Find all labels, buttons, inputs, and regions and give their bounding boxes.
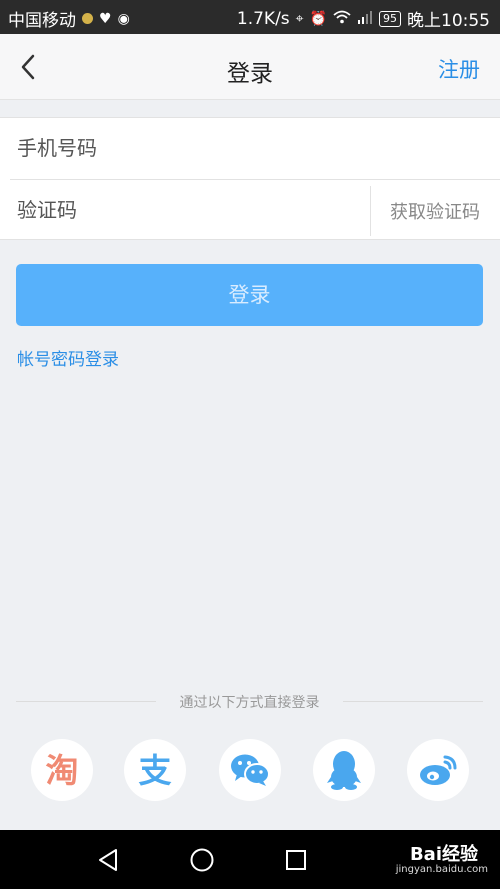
verification-code-input[interactable] [17, 194, 357, 226]
alipay-icon: 支 [138, 750, 172, 790]
baidu-jingyan-url: jingyan.baidu.com [395, 864, 488, 875]
alipay-login-button[interactable]: 支 [124, 739, 186, 801]
wechat-icon [231, 754, 270, 786]
system-back-button[interactable] [90, 842, 126, 878]
weibo-login-button[interactable] [407, 739, 469, 801]
system-navigation-bar: Bai经验 jingyan.baidu.com [0, 830, 500, 889]
register-link[interactable]: 注册 [438, 54, 480, 84]
status-bar: 中国移动 ♥ ◉ 1.7K/s ⌖ ⏰ 95 晚上10:55 [0, 0, 500, 34]
location-icon: ⌖ [295, 10, 304, 27]
alarm-icon: ⏰ [309, 10, 327, 27]
divider-line-right [343, 701, 483, 702]
weibo-icon [420, 755, 457, 785]
page-title: 登录 [227, 61, 273, 87]
heart-rate-icon: ♥ [99, 10, 112, 27]
square-recents-icon [286, 850, 306, 870]
wifi-icon [333, 10, 351, 27]
clock: 晚上10:55 [407, 11, 490, 31]
get-code-button[interactable]: 获取验证码 [370, 198, 500, 224]
system-recent-apps-button[interactable] [278, 842, 314, 878]
circle-home-icon [190, 848, 214, 872]
status-bar-left: 中国移动 ♥ ◉ [8, 6, 130, 31]
carrier-name: 中国移动 [8, 11, 76, 31]
phone-input[interactable] [17, 132, 487, 164]
battery-level: 95 [379, 10, 401, 27]
qq-login-button[interactable] [313, 739, 375, 801]
code-row: 获取验证码 [10, 179, 500, 240]
third-party-label: 通过以下方式直接登录 [179, 695, 320, 711]
login-form: 获取验证码 [0, 117, 500, 240]
third-party-divider: 通过以下方式直接登录 [16, 690, 483, 712]
qq-penguin-icon [327, 751, 361, 790]
login-button[interactable]: 登录 [16, 264, 483, 326]
app-notification-icon: ◉ [117, 10, 130, 27]
notification-dot-icon [82, 13, 93, 24]
system-home-button[interactable] [184, 842, 220, 878]
triangle-back-icon [99, 849, 117, 871]
nav-bar: 登录 注册 [0, 34, 500, 100]
taobao-icon: 淘 [45, 750, 79, 790]
taobao-login-button[interactable]: 淘 [31, 739, 93, 801]
phone-row [0, 118, 500, 179]
status-bar-right: 1.7K/s ⌖ ⏰ 95 晚上10:55 [236, 6, 490, 32]
network-speed: 1.7K/s [236, 8, 290, 29]
signal-icon [357, 10, 373, 27]
baidu-jingyan-logo: Bai经验 [409, 844, 478, 865]
wechat-login-button[interactable] [219, 739, 281, 801]
password-login-link[interactable]: 帐号密码登录 [17, 345, 119, 370]
